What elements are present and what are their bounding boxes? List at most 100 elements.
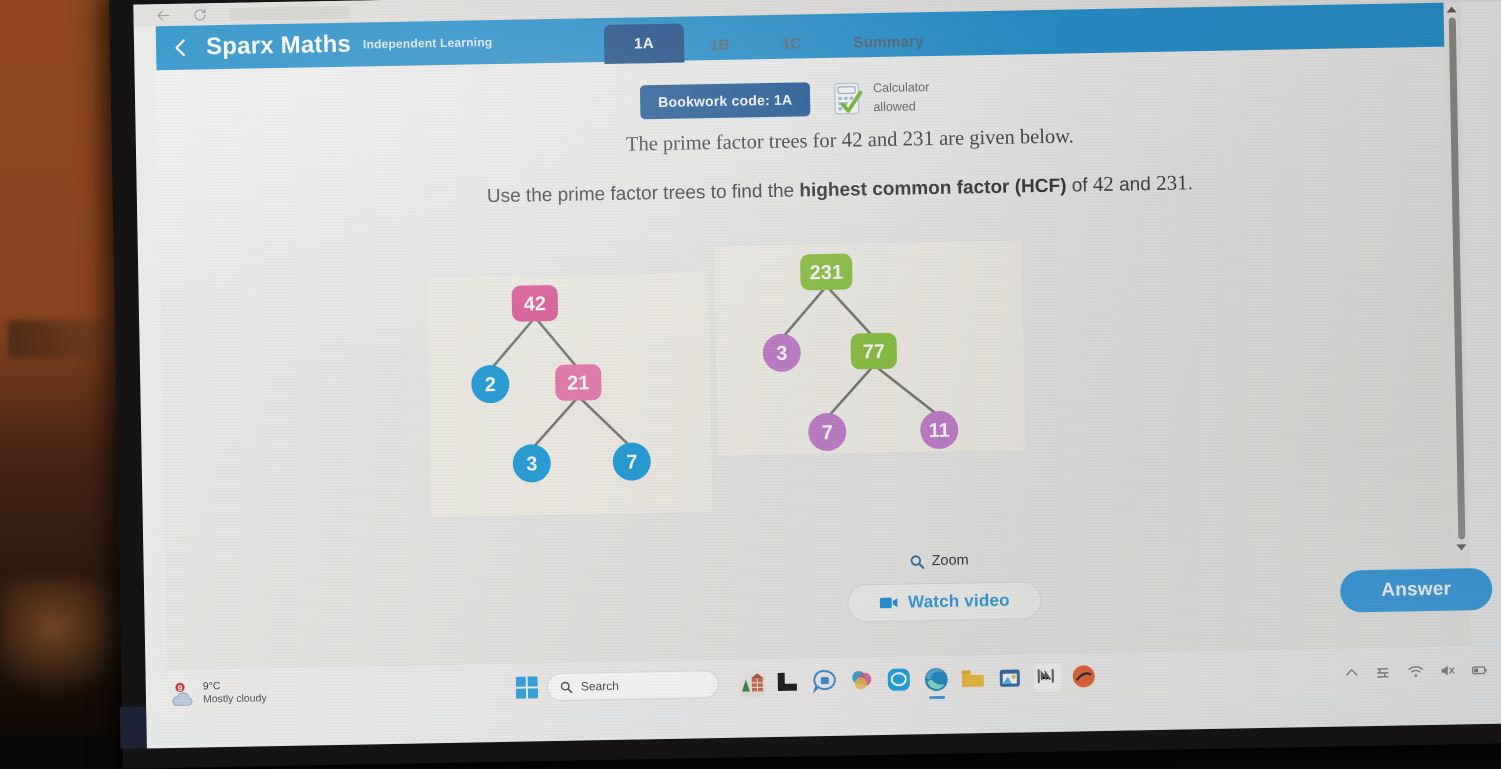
desk-object [0, 580, 132, 700]
factor-tree-42-diagram: 42 2 21 3 7 [471, 285, 651, 483]
factor-tree-231-diagram: 2313 777 11 [762, 253, 959, 451]
factor-node-11: 11 [920, 410, 959, 449]
factor-node-label: 2 [485, 374, 497, 396]
taskbar-app-store[interactable] [997, 664, 1026, 693]
factor-node-label: 3 [776, 343, 788, 365]
taskbar-app-edge-browser[interactable] [923, 666, 952, 695]
windows-start-icon[interactable] [515, 676, 539, 699]
weather-cloud-icon: 9 [172, 682, 193, 706]
tab-1b[interactable]: 1B [684, 29, 756, 62]
factor-node-77: 77 [850, 332, 897, 370]
monitor-screen: Sparx Maths Independent Learning 1A 1B 1… [133, 0, 1501, 749]
svg-text:9: 9 [178, 683, 183, 693]
widgets-icon [741, 673, 764, 692]
factor-tree-edge [872, 363, 941, 418]
answer-button[interactable]: Answer [1339, 567, 1493, 613]
factor-node-label: 7 [626, 451, 638, 473]
taskbar-search-box[interactable]: Search [546, 670, 720, 702]
factor-node-label: 21 [567, 372, 590, 394]
taskbar-center-group: Search [515, 663, 1100, 702]
back-arrow-icon[interactable] [155, 7, 170, 22]
video-camera-icon [879, 597, 898, 609]
q1-number-231: 231 [902, 125, 935, 151]
factor-node-label: 42 [524, 293, 547, 315]
factor-tree-edge [825, 284, 875, 339]
scroll-up-arrow-icon[interactable] [1446, 6, 1457, 13]
photos-icon [852, 670, 872, 690]
watch-video-label: Watch video [907, 590, 1010, 612]
desk-object [8, 320, 126, 358]
calculator-icon [834, 82, 863, 115]
factor-tree-card-42: 42 2 21 3 7 [426, 272, 713, 518]
tab-1c[interactable]: 1C [755, 28, 827, 61]
browser-tab[interactable] [229, 5, 350, 21]
factor-tree-edge [825, 363, 876, 420]
app-brand-subtitle: Independent Learning [362, 35, 493, 52]
speaker-muted-icon[interactable] [1440, 663, 1456, 679]
calculator-allowed-text: Calculator allowed [873, 78, 930, 117]
factor-node-3: 3 [762, 333, 801, 372]
paint-icon [1072, 665, 1095, 688]
q1-part-b: and [862, 128, 903, 152]
tab-summary[interactable]: Summary [827, 26, 950, 60]
factor-tree-edge [533, 316, 580, 370]
taskbar-app-messenger[interactable] [886, 666, 915, 695]
factor-tree-card-231: 231 3 77 7 11 [713, 240, 1026, 457]
network-icon[interactable] [1376, 664, 1392, 680]
bookwork-code-badge: Bookwork code: 1A [639, 81, 811, 120]
taskbar-app-folder[interactable] [960, 665, 989, 694]
q1-part-c: are given below. [933, 125, 1074, 150]
taskbar-app-paint[interactable] [1071, 663, 1100, 692]
taskbar-app-widgets[interactable] [737, 669, 767, 698]
taskbar-app-file-explorer[interactable] [775, 668, 804, 697]
search-icon [560, 681, 573, 693]
battery-icon[interactable] [1472, 662, 1488, 678]
factor-node-label: 3 [526, 453, 538, 475]
factor-tree-edge [488, 316, 537, 372]
calculator-allowed-group: Calculator allowed [832, 78, 930, 117]
weather-condition: Mostly cloudy [202, 692, 267, 706]
factor-node-label: 231 [809, 262, 843, 285]
folder-icon [961, 670, 984, 688]
factor-node-7: 7 [808, 412, 847, 451]
wifi-icon[interactable] [1408, 663, 1424, 679]
taskbar-app-teams-chat[interactable] [812, 668, 841, 697]
factor-node-231: 231 [800, 253, 853, 291]
q1-number-42: 42 [841, 127, 863, 152]
store-icon [999, 669, 1020, 687]
show-hidden-icons-chevron-icon[interactable] [1344, 664, 1360, 680]
weather-temperature: 9°C [202, 680, 221, 693]
answer-button-label: Answer [1381, 578, 1452, 601]
q1-part-a: The prime factor trees for [625, 129, 842, 156]
factor-node-label: 7 [822, 422, 834, 444]
factor-node-label: 77 [862, 341, 885, 363]
tab-1a[interactable]: 1A [603, 23, 685, 65]
zoom-label: Zoom [931, 552, 969, 570]
scroll-down-arrow-icon[interactable] [1456, 544, 1467, 551]
system-tray [1344, 662, 1488, 681]
edge-browser-icon [924, 668, 948, 691]
weather-widget[interactable]: 9 9°C Mostly cloudy [170, 679, 267, 707]
app-brand-title: Sparx Maths [205, 30, 352, 61]
factor-node-42: 42 [511, 285, 559, 322]
factor-tree-edge [577, 395, 633, 449]
weather-text: 9°C Mostly cloudy [203, 679, 267, 706]
reload-icon[interactable] [192, 7, 207, 22]
watch-video-button[interactable]: Watch video [847, 581, 1042, 623]
taskbar-app-photos[interactable] [849, 667, 878, 696]
factor-node-3: 3 [512, 444, 551, 483]
teams-chat-icon [812, 670, 836, 694]
taskbar-app-movies-tv[interactable] [1033, 663, 1063, 693]
calculator-line-1: Calculator [872, 80, 930, 96]
taskbar-search-label: Search [580, 678, 620, 694]
factor-trees-row: 42 2 21 3 7 231 3 77 7 11 [425, 180, 1290, 518]
question-meta-row: Bookwork code: 1A Calculator allowed [639, 78, 930, 121]
magnifier-icon [910, 554, 925, 569]
messenger-icon [887, 668, 910, 691]
factor-node-label: 11 [928, 420, 950, 442]
chevron-left-icon[interactable] [170, 37, 192, 59]
factor-node-7: 7 [612, 442, 651, 481]
factor-tree-edge [780, 284, 828, 341]
zoom-button[interactable]: Zoom [909, 552, 969, 570]
file-explorer-icon [777, 672, 797, 691]
